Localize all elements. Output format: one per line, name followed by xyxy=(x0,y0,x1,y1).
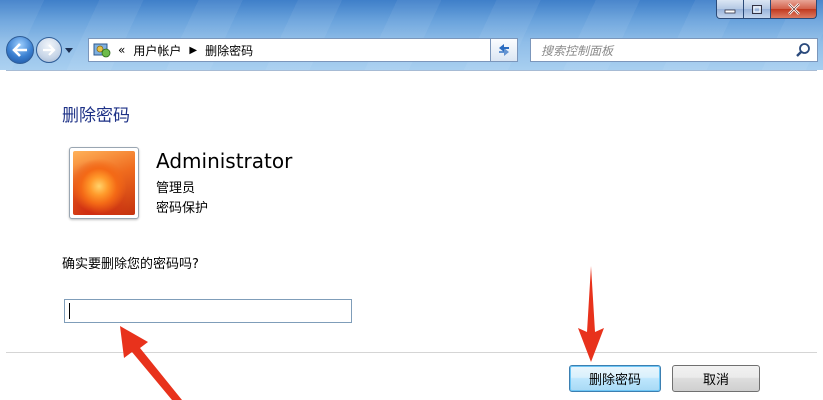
annotation-arrow-to-input-icon xyxy=(120,326,182,400)
flower-picture-icon xyxy=(73,151,135,215)
breadcrumb-item-remove-password[interactable]: 删除密码 xyxy=(205,42,253,59)
user-avatar xyxy=(69,147,139,219)
close-button[interactable] xyxy=(771,0,817,19)
remove-password-button[interactable]: 删除密码 xyxy=(569,365,661,392)
maximize-icon xyxy=(752,4,762,14)
close-icon xyxy=(787,3,800,15)
forward-arrow-icon xyxy=(43,44,56,56)
back-button[interactable] xyxy=(6,36,34,64)
search-input[interactable]: 搜索控制面板 xyxy=(541,42,613,59)
minimize-button[interactable] xyxy=(716,0,744,19)
user-role: 管理员 xyxy=(156,181,196,196)
refresh-icon xyxy=(499,44,509,56)
refresh-button[interactable] xyxy=(490,38,518,62)
breadcrumb: « 用户帐户 ▶ 删除密码 xyxy=(112,42,253,59)
address-bar[interactable]: « 用户帐户 ▶ 删除密码 xyxy=(88,38,518,62)
user-name: Administrator xyxy=(156,149,293,173)
annotation-arrow-to-delete-button-icon xyxy=(578,266,604,362)
control-panel-icon xyxy=(92,40,112,60)
breadcrumb-item-user-accounts[interactable]: 用户帐户 xyxy=(133,42,181,59)
forward-button[interactable] xyxy=(36,37,62,63)
breadcrumb-overflow[interactable]: « xyxy=(118,43,125,57)
page-title: 删除密码 xyxy=(62,106,130,126)
password-input[interactable] xyxy=(64,299,352,323)
minimize-icon xyxy=(724,9,736,14)
window-controls xyxy=(716,0,817,19)
chevron-down-icon xyxy=(65,48,73,53)
user-password-status: 密码保护 xyxy=(156,201,209,216)
confirm-prompt: 确实要删除您的密码吗? xyxy=(62,257,199,272)
back-arrow-icon xyxy=(12,43,27,57)
search-icon[interactable] xyxy=(795,42,811,58)
maximize-button[interactable] xyxy=(744,0,771,19)
breadcrumb-separator-icon[interactable]: ▶ xyxy=(189,45,197,56)
cancel-button[interactable]: 取消 xyxy=(672,365,760,392)
text-caret xyxy=(69,303,70,319)
recent-pages-dropdown[interactable] xyxy=(64,46,74,56)
navigation-bar: « 用户帐户 ▶ 删除密码 搜索控制面板 xyxy=(0,34,823,66)
search-box[interactable]: 搜索控制面板 xyxy=(530,38,818,62)
